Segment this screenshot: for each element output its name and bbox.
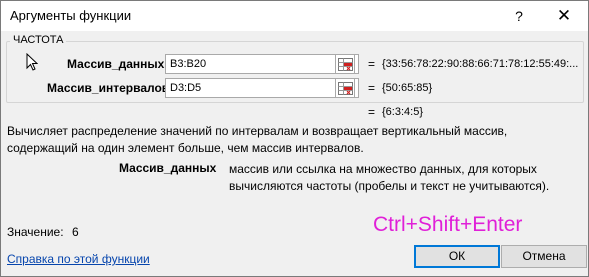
function-name: ЧАСТОТА: [10, 34, 67, 46]
title-bar[interactable]: Аргументы функции ? ✕: [1, 1, 588, 31]
function-description: Вычисляет распределение значений по инте…: [7, 124, 508, 155]
shortcut-annotation: Ctrl+Shift+Enter: [373, 213, 523, 236]
equals-sign: =: [368, 57, 376, 71]
equals-sign: =: [368, 81, 376, 95]
arg-label-bins-array: Массив_интервалов: [47, 81, 170, 95]
formula-result: {6:3:4:5}: [382, 106, 423, 118]
help-button[interactable]: ?: [501, 1, 537, 31]
function-help-link[interactable]: Справка по этой функции: [7, 252, 150, 266]
range-select-icon: [338, 82, 353, 95]
data-array-value: {33:56:78:22:90:88:66:71:78:12:55:49:...: [382, 58, 579, 70]
arg-label-data-array: Массив_данных: [67, 57, 165, 71]
ok-button[interactable]: ОК: [414, 245, 500, 268]
function-arguments-dialog: Аргументы функции ? ✕ ЧАСТОТА Массив_дан…: [0, 0, 589, 277]
data-array-input[interactable]: [165, 54, 359, 74]
cancel-button[interactable]: Отмена: [501, 245, 587, 268]
close-button[interactable]: ✕: [541, 1, 587, 31]
data-array-collapse-button[interactable]: [335, 54, 355, 74]
selected-argument-description: массив или ссылка на множество данных, д…: [229, 162, 550, 193]
selected-argument-name: Массив_данных: [119, 161, 217, 175]
value-number: 6: [72, 225, 79, 239]
bins-array-collapse-button[interactable]: [335, 78, 355, 98]
mouse-cursor-icon: [26, 53, 38, 71]
bins-array-input[interactable]: [165, 78, 359, 98]
range-select-icon: [338, 58, 353, 71]
value-label: Значение:: [7, 225, 64, 239]
bins-array-value: {50:65:85}: [382, 82, 433, 94]
equals-sign: =: [368, 105, 376, 119]
dialog-title: Аргументы функции: [10, 8, 132, 23]
